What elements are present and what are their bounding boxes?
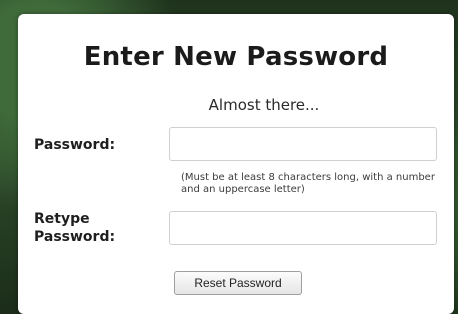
retype-password-label: Retype Password: [34,210,115,246]
retype-password-input[interactable] [169,211,437,245]
reset-password-card: Enter New Password Almost there... Passw… [18,14,454,314]
retype-label-line-2: Password: [34,229,116,245]
password-input[interactable] [169,127,437,161]
password-hint: (Must be at least 8 characters long, wit… [181,172,435,195]
page-title: Enter New Password [83,42,389,72]
subtitle: Almost there... [18,96,454,114]
subtitle-text: Almost there... [208,96,320,114]
retype-label-line-1: Retype [34,211,90,227]
password-label: Password: [34,137,116,153]
reset-password-button[interactable]: Reset Password [174,271,302,295]
